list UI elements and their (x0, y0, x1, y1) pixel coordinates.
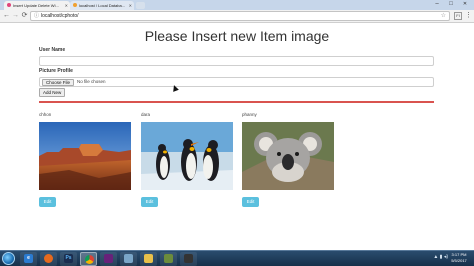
page-title: Please Insert new Item image (144, 28, 330, 44)
user-name-input[interactable] (39, 56, 434, 66)
taskbar-explorer[interactable] (140, 252, 157, 266)
taskbar: e Ps ▲ ▮ ◂) 3:17 PM 5/5/2017 (0, 250, 474, 266)
window-icon (124, 254, 133, 263)
extension-icon[interactable]: FI (454, 12, 462, 20)
picture-file-input[interactable]: Choose File No file chosen (39, 77, 434, 87)
maximize-button[interactable]: □ (444, 0, 458, 8)
edit-button[interactable]: Edit (141, 197, 158, 207)
new-tab-button[interactable] (136, 2, 145, 9)
desert-canyon-image (39, 122, 131, 190)
minimize-button[interactable]: – (430, 0, 444, 8)
tab-label: localhost / Local Databa... (79, 3, 126, 8)
add-new-button[interactable]: Add New (39, 88, 66, 97)
browser-toolbar: ← → ⟳ ⓘ localhost/cphoto/ ☆ FI ⋮ (0, 10, 474, 23)
menu-icon[interactable]: ⋮ (465, 11, 472, 21)
photoshop-icon: Ps (64, 254, 73, 263)
page-content: Please Insert new Item image User Name P… (0, 24, 474, 250)
tab-label: Insert Update Delete Wi... (13, 3, 59, 8)
start-button[interactable] (2, 252, 15, 265)
clock-date: 5/5/2017 (451, 258, 467, 263)
taskbar-notepad[interactable] (160, 252, 177, 266)
visual-studio-icon (104, 254, 113, 263)
taskbar-media[interactable] (180, 252, 197, 266)
item-name: phanny (242, 112, 257, 117)
item-name: dara (141, 112, 151, 117)
address-url[interactable]: localhost/cphoto/ (41, 12, 79, 21)
star-icon[interactable]: ☆ (441, 12, 446, 21)
close-window-button[interactable]: ✕ (458, 0, 472, 8)
taskbar-photoshop[interactable]: Ps (60, 252, 77, 266)
edit-button[interactable]: Edit (39, 197, 56, 207)
file-status-text: No file chosen (77, 79, 106, 84)
tab-insert-update-delete[interactable]: Insert Update Delete Wi... ✕ (4, 1, 70, 10)
tab-strip: Insert Update Delete Wi... ✕ localhost /… (0, 0, 474, 10)
back-arrow-icon[interactable]: ← (2, 11, 11, 21)
media-icon (184, 254, 193, 263)
close-tab-icon[interactable]: ✕ (65, 1, 68, 10)
address-bar[interactable]: ⓘ localhost/cphoto/ ☆ (30, 11, 450, 21)
chrome-icon (85, 255, 94, 264)
phpmyadmin-favicon-icon (73, 3, 77, 7)
choose-file-button[interactable]: Choose File (42, 79, 75, 86)
tab-localhost-database[interactable]: localhost / Local Databa... ✕ (70, 1, 134, 10)
ie-icon: e (24, 254, 33, 263)
reload-icon[interactable]: ⟳ (20, 11, 29, 21)
koala-image (242, 122, 334, 190)
divider (39, 101, 434, 103)
penguins-image (141, 122, 233, 190)
page-info-icon[interactable]: ⓘ (34, 13, 39, 20)
edit-button[interactable]: Edit (242, 197, 259, 207)
close-tab-icon[interactable]: ✕ (129, 1, 132, 10)
notepad-icon (164, 254, 173, 263)
forward-arrow-icon[interactable]: → (11, 11, 20, 21)
page-favicon-icon (7, 3, 11, 7)
taskbar-ie[interactable]: e (20, 252, 37, 266)
item-name: chhon (39, 112, 52, 117)
clock[interactable]: 3:17 PM 5/5/2017 (448, 252, 470, 264)
firefox-icon (44, 254, 53, 263)
taskbar-visual-studio[interactable] (100, 252, 117, 266)
taskbar-chrome[interactable] (80, 252, 97, 266)
folder-icon (144, 254, 153, 263)
picture-profile-label: Picture Profile (39, 68, 73, 74)
browser-window: Insert Update Delete Wi... ✕ localhost /… (0, 0, 474, 266)
taskbar-window[interactable] (120, 252, 137, 266)
system-tray-icons[interactable]: ▲ ▮ ◂) (433, 254, 448, 260)
taskbar-firefox[interactable] (40, 252, 57, 266)
user-name-label: User Name (39, 47, 66, 53)
